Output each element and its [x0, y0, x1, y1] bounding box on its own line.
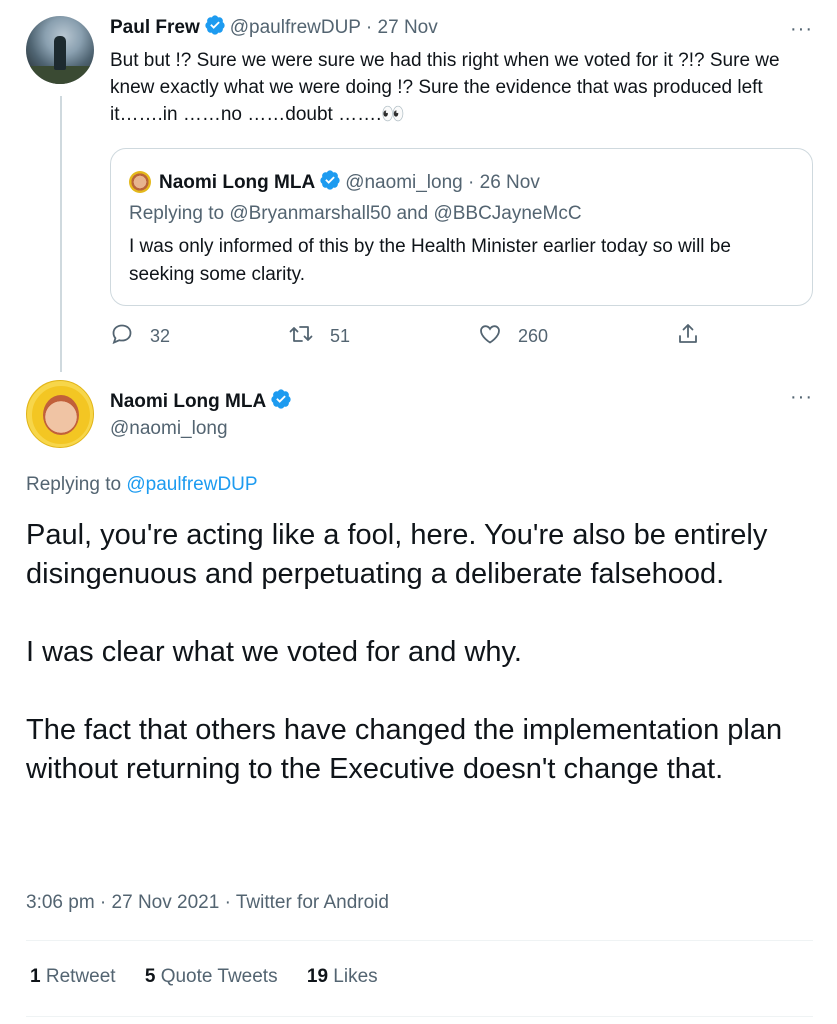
avatar-figure: [54, 36, 66, 70]
likes-count: 19: [306, 966, 329, 987]
more-options-icon[interactable]: ···: [790, 18, 813, 41]
divider-bottom: [26, 1016, 813, 1017]
thread-connector-line: [60, 96, 62, 372]
tweet-date[interactable]: · 27 Nov: [366, 17, 438, 38]
avatar-naomi-long[interactable]: [26, 380, 94, 448]
engagement-stats: 1 Retweet 5 Quote Tweets 19 Likes: [30, 966, 402, 988]
quoted-tweet-header: Naomi Long MLA @naomi_long · 26 Nov: [129, 169, 540, 198]
reply-count: 32: [150, 326, 171, 346]
retweets-count: 1: [30, 966, 41, 987]
reply-icon: [110, 322, 150, 351]
tweet-actions: 32 51 260: [110, 322, 810, 354]
parent-tweet-header: Paul Frew @paulfrewDUP · 27 Nov: [110, 14, 810, 43]
retweet-icon: [288, 322, 330, 351]
quoted-tweet-card[interactable]: Naomi Long MLA @naomi_long · 26 Nov Reply…: [110, 148, 813, 306]
quoted-author-handle: @naomi_long: [345, 172, 463, 193]
retweet-button[interactable]: 51: [288, 322, 350, 351]
retweet-count: 51: [330, 326, 351, 346]
avatar-paul-frew[interactable]: [26, 16, 94, 84]
quoted-replying-to: Replying to @Bryanmarshall50 and @BBCJay…: [129, 203, 582, 224]
quoted-tweet-text: I was only informed of this by the Healt…: [129, 236, 731, 285]
author-name[interactable]: Paul Frew: [110, 17, 200, 38]
verified-badge-icon: [204, 14, 226, 43]
quote-tweets-count: 5: [144, 966, 156, 987]
verified-badge-icon: [319, 169, 341, 198]
quoted-avatar: [129, 171, 151, 193]
replying-prefix: Replying to: [26, 474, 127, 495]
divider-top: [26, 940, 813, 941]
like-button[interactable]: 260: [478, 322, 548, 351]
retweets-label: Retweet: [40, 966, 116, 987]
quoted-author-name: Naomi Long MLA: [159, 172, 316, 193]
replying-handle-link[interactable]: @paulfrewDUP: [126, 474, 257, 495]
parent-tweet-body: Paul Frew @paulfrewDUP · 27 Nov But but !…: [110, 14, 810, 128]
quote-tweets-label: Quote Tweets: [155, 966, 278, 987]
parent-tweet-text: But but !? Sure we were sure we had this…: [110, 50, 780, 125]
quote-tweets-stat[interactable]: 5 Quote Tweets: [145, 966, 278, 987]
reply-button[interactable]: 32: [110, 322, 170, 351]
main-author-handle[interactable]: @naomi_long: [110, 418, 228, 440]
main-tweet-author: Naomi Long MLA: [110, 388, 296, 417]
tweet-paragraph-2: I was clear what we voted for and why.: [26, 636, 522, 668]
tweet-paragraph-1: Paul, you're acting like a fool, here. Y…: [26, 519, 768, 590]
more-options-icon[interactable]: ···: [790, 386, 813, 409]
heart-icon: [478, 322, 518, 351]
main-author-name[interactable]: Naomi Long MLA: [110, 391, 266, 412]
share-icon: [676, 322, 716, 351]
share-button[interactable]: [676, 322, 716, 351]
tweet-paragraph-3: The fact that others have changed the im…: [26, 714, 783, 785]
avatar-face: [43, 395, 79, 435]
likes-label: Likes: [328, 966, 378, 987]
verified-badge-icon: [270, 388, 292, 417]
author-handle[interactable]: @paulfrewDUP: [230, 17, 361, 38]
replying-to: Replying to @paulfrewDUP: [26, 474, 258, 496]
main-tweet-text: Paul, you're acting like a fool, here. Y…: [26, 516, 816, 789]
tweet-timestamp-source[interactable]: 3:06 pm · 27 Nov 2021 · Twitter for Andr…: [26, 892, 389, 914]
retweets-stat[interactable]: 1 Retweet: [30, 966, 116, 987]
quoted-tweet-date: · 26 Nov: [468, 172, 540, 193]
like-count: 260: [518, 326, 549, 346]
likes-stat[interactable]: 19 Likes: [307, 966, 378, 987]
